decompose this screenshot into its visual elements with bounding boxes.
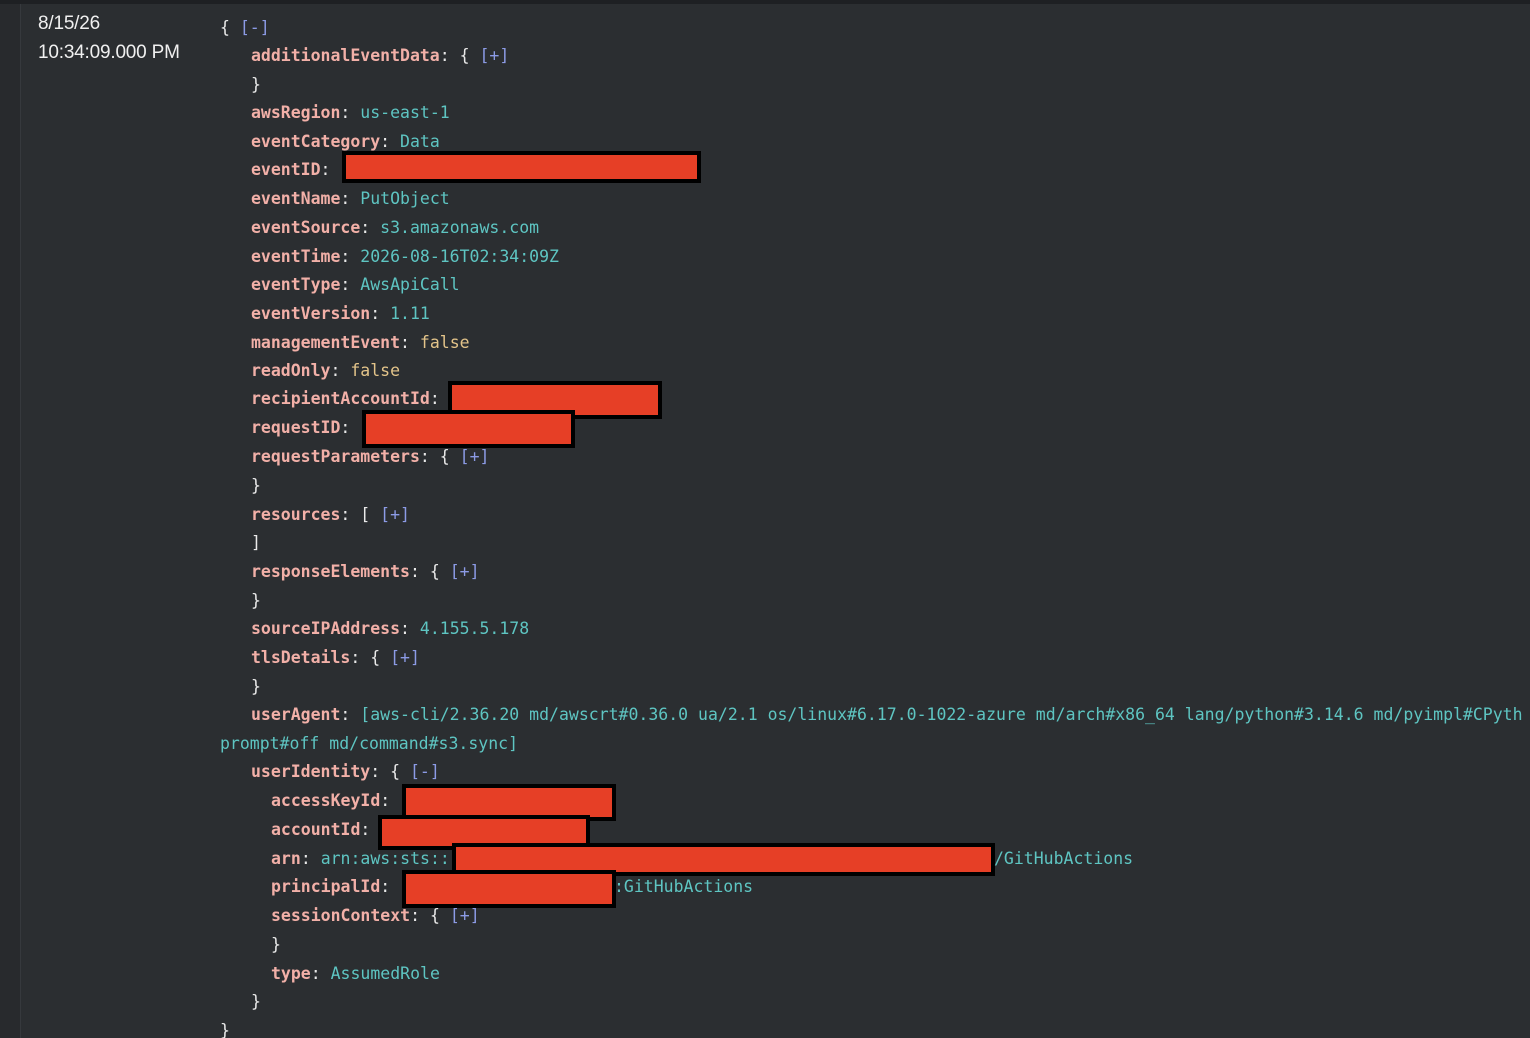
field-management-event: managementEvent: false [251, 333, 470, 352]
field-user-identity: userIdentity: { [-] [251, 762, 440, 781]
session-context-expand-toggle[interactable]: [+] [450, 906, 480, 925]
response-elements-close: } [251, 591, 261, 610]
field-key: recipientAccountId [251, 389, 430, 408]
field-key: eventCategory [251, 132, 381, 151]
field-value: PutObject [360, 189, 450, 208]
field-event-time: eventTime: 2026-08-16T02:34:09Z [251, 247, 559, 266]
field-key: principalId [271, 877, 381, 896]
field-key: resources [251, 505, 341, 524]
field-user-agent: userAgent: [aws-cli/2.36.20 md/awscrt#0.… [251, 705, 1523, 724]
user-identity-collapse-toggle[interactable]: [-] [410, 762, 440, 781]
field-event-type: eventType: AwsApiCall [251, 275, 460, 294]
field-key: arn [271, 849, 301, 868]
user-agent-wrap: prompt#off md/command#s3.sync] [220, 730, 518, 758]
field-recipient-account-id: recipientAccountId: [251, 389, 440, 408]
user-identity-close: } [251, 992, 261, 1011]
field-key: managementEvent [251, 333, 401, 352]
request-parameters-close: } [251, 476, 261, 495]
field-key: requestParameters [251, 447, 420, 466]
field-key: eventSource [251, 218, 361, 237]
field-event-id: eventID: [251, 160, 331, 179]
field-source-ip-address: sourceIPAddress: 4.155.5.178 [251, 619, 530, 638]
field-key: type [271, 964, 311, 983]
field-key: eventName [251, 189, 341, 208]
field-resources: resources: [ [+] [251, 505, 410, 524]
field-event-version: eventVersion: 1.11 [251, 304, 430, 323]
field-key: additionalEventData [251, 46, 440, 65]
field-key: requestID [251, 418, 341, 437]
field-key: tlsDetails [251, 648, 351, 667]
row-gutter [0, 4, 21, 1038]
field-value: 4.155.5.178 [419, 619, 530, 638]
field-access-key-id: accessKeyId: [271, 791, 391, 810]
top-divider [0, 0, 1530, 4]
field-aws-region: awsRegion: us-east-1 [251, 103, 450, 122]
field-key: readOnly [251, 361, 331, 380]
redaction-event-id [342, 151, 701, 183]
session-context-close: } [271, 935, 281, 954]
field-value: 1.11 [390, 304, 430, 323]
field-key: eventVersion [251, 304, 371, 323]
field-type: type: AssumedRole [271, 964, 440, 983]
field-account-id: accountId: [271, 820, 371, 839]
principal-id-value-suffix: :GitHubActions [614, 877, 754, 896]
field-tls-details: tlsDetails: { [+] [251, 648, 420, 667]
field-key: userIdentity [251, 762, 371, 781]
field-request-parameters: requestParameters: { [+] [251, 447, 490, 466]
field-request-id: requestID: [251, 418, 351, 437]
field-key: awsRegion [251, 103, 341, 122]
response-elements-expand-toggle[interactable]: [+] [450, 562, 480, 581]
field-key: accessKeyId [271, 791, 381, 810]
additional-event-data-close: } [251, 75, 261, 94]
field-response-elements: responseElements: { [+] [251, 562, 480, 581]
resources-expand-toggle[interactable]: [+] [380, 505, 410, 524]
arn-value-suffix-line: /GitHubActions [994, 845, 1133, 873]
arn-value-prefix: arn:aws:sts:: [320, 849, 450, 868]
field-key: sessionContext [271, 906, 411, 925]
field-value: Data [400, 132, 440, 151]
tls-details-expand-toggle[interactable]: [+] [390, 648, 420, 667]
json-root-close: } [220, 1021, 230, 1038]
field-key: userAgent [251, 705, 341, 724]
event-date: 8/15/26 [38, 13, 100, 34]
field-key: eventType [251, 275, 341, 294]
field-session-context: sessionContext: { [+] [271, 906, 480, 925]
field-value: false [419, 333, 470, 352]
field-key: sourceIPAddress [251, 619, 401, 638]
user-agent-value-line1: [aws-cli/2.36.20 md/awscrt#0.36.0 ua/2.1… [360, 705, 1523, 724]
field-value: AssumedRole [330, 964, 440, 983]
tls-details-close: } [251, 677, 261, 696]
field-key: accountId [271, 820, 361, 839]
arn-value-suffix: /GitHubActions [994, 849, 1134, 868]
field-key: eventID [251, 160, 321, 179]
field-additional-event-data: additionalEventData: { [+] [251, 46, 510, 65]
event-time: 10:34:09.000 PM [38, 42, 180, 63]
resources-close: ] [251, 533, 261, 552]
additional-event-data-expand-toggle[interactable]: [+] [480, 46, 510, 65]
field-event-name: eventName: PutObject [251, 189, 450, 208]
field-value: false [350, 361, 401, 380]
field-principal-id: principalId: [271, 877, 391, 896]
json-root-open: { [-] [220, 14, 270, 42]
field-value: s3.amazonaws.com [380, 218, 540, 237]
field-key: eventTime [251, 247, 341, 266]
field-read-only: readOnly: false [251, 361, 401, 380]
field-value: AwsApiCall [360, 275, 460, 294]
user-agent-value-line2: prompt#off md/command#s3.sync] [220, 734, 519, 753]
principal-id-suffix-line: :GitHubActions [614, 873, 753, 901]
root-collapse-toggle[interactable]: [-] [240, 18, 270, 37]
request-parameters-expand-toggle[interactable]: [+] [460, 447, 490, 466]
field-key: responseElements [251, 562, 410, 581]
field-value: 2026-08-16T02:34:09Z [360, 247, 559, 266]
field-event-source: eventSource: s3.amazonaws.com [251, 218, 540, 237]
field-arn: arn: arn:aws:sts:: [271, 849, 450, 868]
field-value: us-east-1 [360, 103, 450, 122]
root-open-brace: { [220, 18, 230, 37]
